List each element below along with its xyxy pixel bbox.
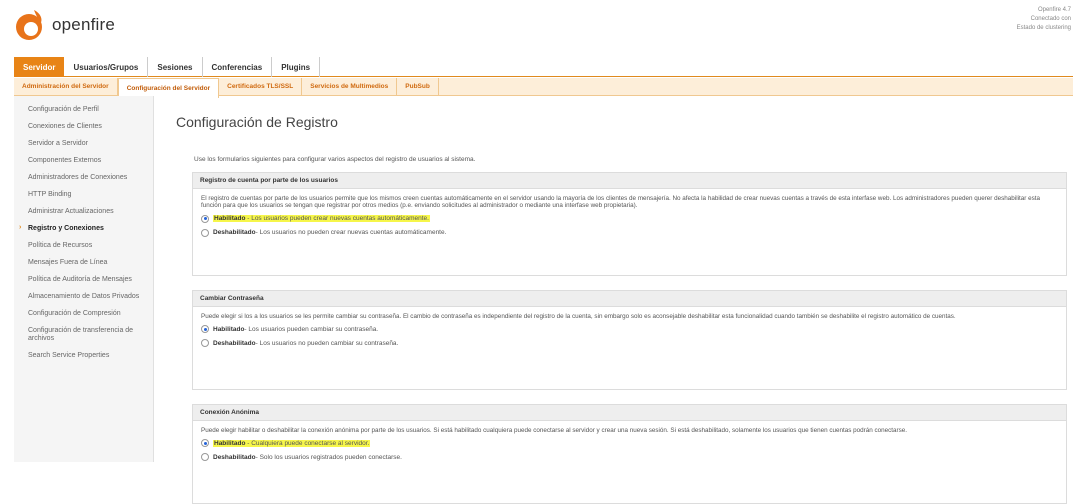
option-text: - Cualquiera puede conectarse al servido… <box>245 439 370 447</box>
app-name: openfire <box>52 15 116 34</box>
header-clustering: Estado de clustering <box>1016 25 1071 31</box>
highlighted-option-text: Habilitado - Cualquiera puede conectarse… <box>213 439 371 447</box>
option-disabled[interactable]: Deshabilitado - Solo los usuarios regist… <box>193 450 1066 464</box>
subtab-configuracion-servidor[interactable]: Configuración del Servidor <box>117 77 220 98</box>
option-enabled[interactable]: Habilitado - Los usuarios pueden crear n… <box>193 212 1066 226</box>
option-disabled[interactable]: Deshabilitado - Los usuarios no pueden c… <box>193 226 1066 240</box>
section-header: Registro de cuenta por parte de los usua… <box>193 173 1066 189</box>
highlighted-option-text: Habilitado - Los usuarios pueden crear n… <box>213 215 430 223</box>
option-text: - Los usuarios pueden cambiar su contras… <box>244 325 379 333</box>
page-title: Configuración de Registro <box>176 114 338 130</box>
sidebar-item-http-binding[interactable]: HTTP Binding <box>14 189 153 201</box>
section-header: Conexión Anónima <box>193 405 1066 421</box>
tab-plugins[interactable]: Plugins <box>272 57 321 77</box>
sidebar: Configuración de Perfil Conexiones de Cl… <box>14 96 154 462</box>
radio-enabled[interactable] <box>201 214 209 223</box>
radio-disabled[interactable] <box>201 453 209 462</box>
sidebar-item-servidor-a-servidor[interactable]: Servidor a Servidor <box>14 138 153 150</box>
section-description: Puede elegir si los a los usuarios se le… <box>201 313 956 320</box>
openfire-logo[interactable]: openfire <box>14 8 115 42</box>
sub-nav-tabs: Administración del Servidor Configuració… <box>14 77 1073 98</box>
option-text: - Los usuarios no pueden cambiar su cont… <box>255 339 399 347</box>
sidebar-item-actualizaciones[interactable]: Administrar Actualizaciones <box>14 206 153 218</box>
section-conexion-anonima: Conexión Anónima Puede elegir habilitar … <box>192 404 1067 504</box>
subtab-certificados[interactable]: Certificados TLS/SSL <box>219 77 303 96</box>
sidebar-item-componentes-externos[interactable]: Componentes Externos <box>14 155 153 167</box>
sidebar-item-perfil[interactable]: Configuración de Perfil <box>14 104 153 116</box>
header-connected: Conectado con <box>1030 16 1071 22</box>
tab-conferencias[interactable]: Conferencias <box>203 57 273 77</box>
radio-enabled[interactable] <box>201 439 209 448</box>
option-label: Habilitado <box>214 439 246 447</box>
option-label: Habilitado <box>213 325 245 333</box>
header-version: Openfire 4.7 <box>1037 7 1071 13</box>
sidebar-item-registro-conexiones[interactable]: Registro y Conexiones <box>14 223 153 235</box>
option-enabled[interactable]: Habilitado - Cualquiera puede conectarse… <box>193 436 1066 450</box>
subtab-pubsub[interactable]: PubSub <box>397 77 439 96</box>
main-content: Configuración de Registro Use los formul… <box>176 96 1067 504</box>
page-intro: Use los formularios siguientes para conf… <box>194 156 476 163</box>
option-text: - Los usuarios no pueden crear nuevas cu… <box>255 229 447 237</box>
option-disabled[interactable]: Deshabilitado - Los usuarios no pueden c… <box>193 336 1066 350</box>
option-label: Deshabilitado <box>213 453 256 461</box>
subtab-administracion-servidor[interactable]: Administración del Servidor <box>14 77 118 96</box>
main-nav-tabs: Servidor Usuarios/Grupos Sesiones Confer… <box>14 57 1073 77</box>
tab-servidor[interactable]: Servidor <box>14 57 65 77</box>
section-registro-cuenta: Registro de cuenta por parte de los usua… <box>192 172 1067 276</box>
option-label: Deshabilitado <box>213 229 256 237</box>
radio-enabled[interactable] <box>201 325 209 334</box>
header: openfire Openfire 4.7 Conectado con Esta… <box>0 0 1073 48</box>
sidebar-item-auditoria-mensajes[interactable]: Política de Auditoría de Mensajes <box>14 274 153 286</box>
radio-disabled[interactable] <box>201 228 209 237</box>
section-description: Puede elegir habilitar o deshabilitar la… <box>201 427 908 434</box>
option-text: - Los usuarios pueden crear nuevas cuent… <box>245 215 429 223</box>
sidebar-item-transferencia-archivos[interactable]: Configuración de transferencia de archiv… <box>14 325 153 345</box>
tab-sesiones[interactable]: Sesiones <box>148 57 203 77</box>
tab-usuarios-grupos[interactable]: Usuarios/Grupos <box>64 57 149 77</box>
section-description: El registro de cuentas por parte de los … <box>201 195 1041 210</box>
sidebar-item-compresion[interactable]: Configuración de Compresión <box>14 308 153 320</box>
option-label: Habilitado <box>214 215 246 223</box>
section-cambiar-contrasena: Cambiar Contraseña Puede elegir si los a… <box>192 290 1067 390</box>
subtab-multimedios[interactable]: Servicios de Multimedios <box>302 77 398 96</box>
radio-disabled[interactable] <box>201 339 209 348</box>
sidebar-item-conexiones-clientes[interactable]: Conexiones de Clientes <box>14 121 153 133</box>
header-info: Openfire 4.7 Conectado con Estado de clu… <box>1017 6 1071 33</box>
option-text: - Solo los usuarios registrados pueden c… <box>255 453 402 461</box>
sidebar-item-administradores-conexiones[interactable]: Administradores de Conexiones <box>14 172 153 184</box>
option-label: Deshabilitado <box>213 339 256 347</box>
sidebar-item-datos-privados[interactable]: Almacenamiento de Datos Privados <box>14 291 153 303</box>
option-enabled[interactable]: Habilitado - Los usuarios pueden cambiar… <box>193 322 1066 336</box>
sidebar-item-search-service[interactable]: Search Service Properties <box>14 350 153 362</box>
openfire-flame-icon <box>14 8 48 42</box>
sidebar-item-politica-recursos[interactable]: Política de Recursos <box>14 240 153 252</box>
section-header: Cambiar Contraseña <box>193 291 1066 307</box>
sidebar-item-mensajes-fuera-linea[interactable]: Mensajes Fuera de Línea <box>14 257 153 269</box>
